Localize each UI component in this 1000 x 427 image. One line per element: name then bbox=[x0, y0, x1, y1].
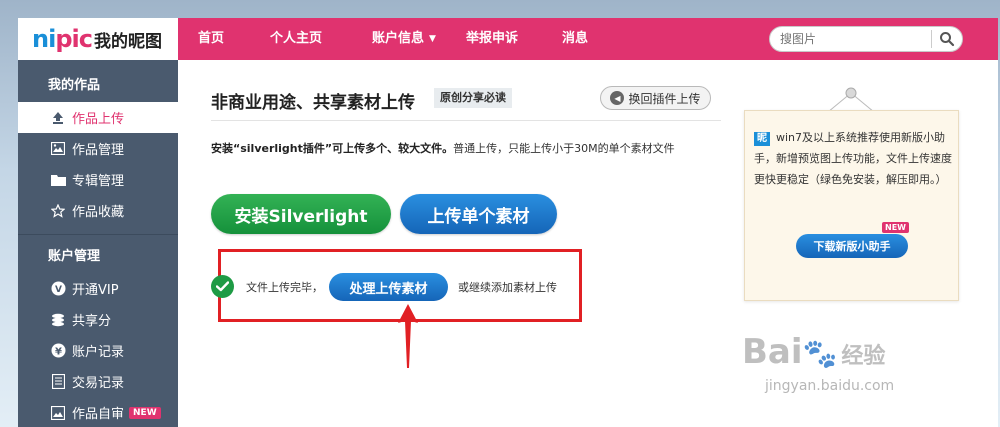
download-helper-button[interactable]: 下载新版小助手 bbox=[796, 234, 908, 258]
logo-ni: ni bbox=[32, 25, 56, 53]
sidebar-section-works: 我的作品 bbox=[48, 78, 101, 93]
watermark-cn: 经验 bbox=[841, 344, 886, 369]
sidebar-item-self-review[interactable]: 作品自审 NEW bbox=[18, 397, 178, 427]
new-badge: NEW bbox=[129, 406, 161, 419]
nav-label: 账户信息 bbox=[372, 31, 425, 46]
upload-single-button[interactable]: 上传单个素材 bbox=[400, 194, 557, 234]
svg-text:V: V bbox=[55, 285, 62, 295]
baidu-watermark: Bai🐾 经验 bbox=[742, 332, 885, 372]
sidebar-item-favorites[interactable]: 作品收藏 bbox=[18, 195, 178, 226]
sidebar-divider bbox=[18, 234, 178, 235]
nav-label: 消息 bbox=[562, 31, 589, 46]
sidebar-item-albums[interactable]: 专辑管理 bbox=[18, 164, 178, 195]
original-share-tag[interactable]: 原创分享必读 bbox=[434, 88, 512, 108]
list-icon bbox=[50, 374, 66, 390]
search-icon[interactable] bbox=[932, 27, 962, 51]
title-divider bbox=[211, 120, 721, 121]
nav-profile[interactable]: 个人主页 bbox=[270, 18, 364, 60]
nav-label: 首页 bbox=[198, 31, 225, 46]
search-input[interactable] bbox=[780, 32, 931, 46]
sidebar: 我的作品 作品上传 作品管理 专辑管理 作品收藏 账户管理 V 开通VIP 共享… bbox=[18, 60, 178, 427]
process-uploads-button[interactable]: 处理上传素材 bbox=[329, 273, 448, 301]
sidebar-item-label: 作品收藏 bbox=[72, 205, 125, 220]
svg-text:¥: ¥ bbox=[55, 347, 62, 358]
sidebar-item-manage[interactable]: 作品管理 bbox=[18, 133, 178, 164]
arrow-left-icon: ◀ bbox=[610, 91, 625, 105]
review-icon bbox=[50, 405, 66, 421]
red-arrow-annotation bbox=[398, 304, 418, 368]
sidebar-item-points[interactable]: 共享分 bbox=[18, 304, 178, 335]
watermark-main: Bai bbox=[742, 332, 803, 372]
nipic-mini-logo: 昵 bbox=[754, 132, 770, 146]
watermark-url: jingyan.baidu.com bbox=[765, 378, 895, 394]
sidebar-item-upload[interactable]: 作品上传 bbox=[18, 102, 178, 133]
nav-home[interactable]: 首页 bbox=[198, 18, 264, 60]
paw-icon: 🐾 bbox=[802, 337, 838, 370]
sidebar-item-label: 作品自审 bbox=[72, 407, 125, 422]
image-icon bbox=[50, 141, 66, 157]
desc-rest: 普通上传，只能上传小于30M的单个素材文件 bbox=[453, 142, 675, 155]
sidebar-item-account-records[interactable]: ¥ 账户记录 bbox=[18, 335, 178, 366]
sidebar-item-label: 专辑管理 bbox=[72, 174, 125, 189]
star-icon bbox=[50, 203, 66, 219]
nav-label: 举报申诉 bbox=[466, 31, 519, 46]
folder-icon bbox=[50, 172, 66, 188]
search-box bbox=[769, 26, 963, 52]
chevron-down-icon: ▼ bbox=[429, 34, 436, 44]
upload-description: 安装“silverlight插件”可上传多个、较大文件。普通上传，只能上传小于3… bbox=[211, 140, 726, 158]
nav-messages[interactable]: 消息 bbox=[562, 18, 622, 60]
vip-icon: V bbox=[50, 281, 66, 297]
continue-upload-text: 或继续添加素材上传 bbox=[458, 281, 557, 294]
nav-report[interactable]: 举报申诉 bbox=[466, 18, 542, 60]
nipic-logo[interactable]: ni pic 我的昵图 bbox=[18, 18, 178, 60]
coins-icon bbox=[50, 312, 66, 328]
sidebar-item-label: 开通VIP bbox=[72, 283, 119, 298]
top-header: ni pic 我的昵图 首页 个人主页 账户信息 ▼ 举报申诉 消息 bbox=[18, 18, 998, 60]
main-nav: 首页 个人主页 账户信息 ▼ 举报申诉 消息 bbox=[178, 18, 622, 60]
sidebar-item-label: 作品管理 bbox=[72, 143, 125, 158]
page-title: 非商业用途、共享素材上传 bbox=[211, 93, 415, 113]
upload-icon bbox=[50, 110, 66, 126]
desc-bold: 安装“silverlight插件”可上传多个、较大文件。 bbox=[211, 142, 454, 155]
promo-text: 昵 win7及以上系统推荐使用新版小助手，新增预览图上传功能，文件上传速度更快更稳… bbox=[754, 127, 956, 190]
sidebar-item-transactions[interactable]: 交易记录 bbox=[18, 366, 178, 397]
nav-account[interactable]: 账户信息 ▼ bbox=[372, 18, 464, 60]
yen-icon: ¥ bbox=[50, 343, 66, 359]
sidebar-item-vip[interactable]: V 开通VIP bbox=[18, 273, 178, 304]
logo-pic: pic bbox=[55, 25, 93, 53]
promo-text-body: win7及以上系统推荐使用新版小助手，新增预览图上传功能，文件上传速度更快更稳定… bbox=[754, 131, 952, 186]
new-badge: NEW bbox=[882, 222, 909, 233]
sidebar-item-label: 交易记录 bbox=[72, 376, 125, 391]
sidebar-item-label: 共享分 bbox=[72, 314, 112, 329]
upload-complete-text: 文件上传完毕， bbox=[246, 281, 323, 294]
logo-cn: 我的昵图 bbox=[93, 31, 162, 52]
back-button-label: 换回插件上传 bbox=[628, 91, 701, 106]
helper-promo-card: 昵 win7及以上系统推荐使用新版小助手，新增预览图上传功能，文件上传速度更快更稳… bbox=[744, 110, 959, 301]
nav-label: 个人主页 bbox=[270, 31, 323, 46]
switch-plugin-upload-button[interactable]: ◀ 换回插件上传 bbox=[600, 86, 711, 110]
checkmark-icon bbox=[211, 275, 234, 298]
sidebar-item-label: 账户记录 bbox=[72, 345, 125, 360]
sidebar-item-label: 作品上传 bbox=[72, 112, 125, 127]
install-silverlight-button[interactable]: 安装Silverlight bbox=[211, 194, 391, 234]
sidebar-section-account: 账户管理 bbox=[48, 249, 101, 264]
